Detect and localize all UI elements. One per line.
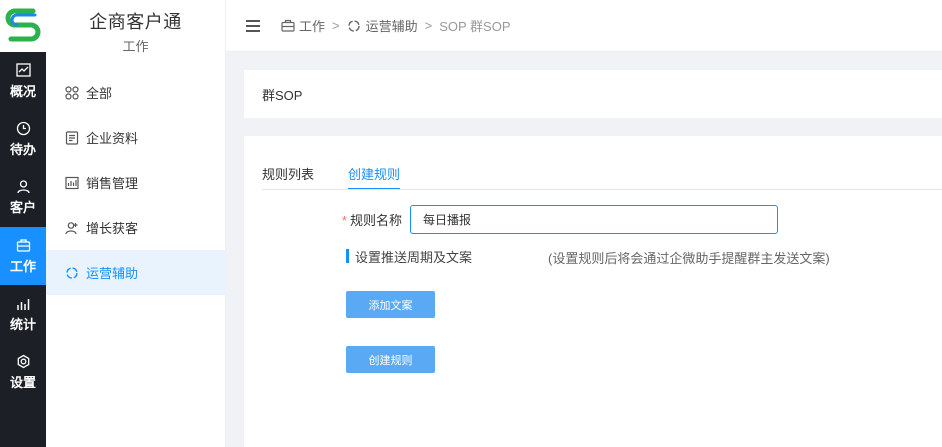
sidebar-item-growth[interactable]: 增长获客 — [46, 205, 226, 250]
brand-title: 企商客户通 — [89, 12, 182, 32]
main-card: 规则列表 创建规则 *规则名称 设置推送周期及文案 (设置规则后将会通过企微助手… — [244, 136, 942, 447]
sidebar-menu: 全部 企业资料 销售管理 增长获客 运营辅助 — [46, 70, 226, 295]
sidebar-item-label: 企业资料 — [86, 131, 139, 146]
rail-item-label: 客户 — [9, 200, 36, 215]
brand: 企商客户通 工作 — [46, 0, 225, 54]
section-hint: (设置规则后将会通过企微助手提醒群主发送文案) — [548, 251, 830, 266]
brand-subtitle: 工作 — [122, 39, 149, 54]
page-title: 群SOP — [262, 87, 303, 103]
breadcrumb-item-work[interactable]: 工作 — [299, 16, 325, 35]
briefcase-icon — [15, 237, 31, 253]
document-icon — [64, 130, 80, 146]
app-logo[interactable] — [0, 0, 46, 52]
rail-item-overview[interactable]: 概况 — [0, 52, 46, 110]
sidebar: 企商客户通 工作 全部 企业资料 销售管理 增长获客 运营辅助 — [46, 0, 226, 447]
rail-item-label: 概况 — [9, 84, 36, 99]
tabs-divider — [262, 189, 942, 190]
breadcrumb-separator: > — [332, 18, 340, 33]
left-rail: 概况 待办 客户 工作 统计 设置 — [0, 0, 46, 447]
section-accent-bar — [346, 249, 349, 263]
rail-item-settings[interactable]: 设置 — [0, 343, 46, 401]
tab-create-rule[interactable]: 创建规则 — [348, 156, 401, 190]
sidebar-item-label: 增长获客 — [86, 221, 139, 236]
create-rule-button[interactable]: 创建规则 — [346, 346, 435, 373]
add-copy-button[interactable]: 添加文案 — [346, 291, 435, 318]
logo-icon — [5, 8, 41, 42]
sidebar-item-label: 销售管理 — [86, 176, 139, 191]
rule-name-row: * 规则名称 — [244, 204, 942, 234]
sidebar-item-sales[interactable]: 销售管理 — [46, 160, 226, 205]
briefcase-icon — [280, 18, 295, 33]
menu-toggle-icon[interactable] — [246, 19, 260, 32]
rail-item-work[interactable]: 工作 — [0, 227, 46, 285]
bar-chart-icon — [15, 295, 31, 311]
chart-board-icon — [64, 175, 80, 191]
rail-item-label: 工作 — [9, 259, 36, 274]
breadcrumb-separator: > — [424, 18, 433, 33]
shield-icon — [347, 18, 362, 33]
top-header: 工作 > 运营辅助 > SOP 群SOP — [226, 0, 942, 52]
rule-name-label: * 规则名称 — [244, 210, 410, 229]
clock-icon — [15, 120, 31, 136]
sidebar-item-label: 全部 — [86, 86, 113, 101]
tabs: 规则列表 创建规则 — [262, 156, 434, 190]
rail-item-label: 待办 — [9, 142, 36, 157]
sidebar-item-operations[interactable]: 运营辅助 — [46, 250, 226, 295]
rail-item-stats[interactable]: 统计 — [0, 285, 46, 343]
rule-name-input[interactable] — [410, 204, 778, 234]
rail-item-label: 统计 — [9, 317, 36, 332]
gear-icon — [15, 353, 31, 369]
user-add-icon — [64, 220, 80, 236]
user-icon — [15, 178, 31, 194]
breadcrumb: 工作 > 运营辅助 > SOP 群SOP — [280, 16, 511, 35]
section-title: 设置推送周期及文案 — [346, 248, 473, 265]
line-chart-icon — [15, 62, 31, 78]
sidebar-item-label: 运营辅助 — [86, 266, 139, 281]
grid-icon — [64, 85, 80, 101]
rule-name-label-text: 规则名称 — [349, 212, 402, 228]
breadcrumb-item-operations[interactable]: 运营辅助 — [366, 16, 418, 35]
section-title-text: 设置推送周期及文案 — [355, 249, 473, 265]
sidebar-item-all[interactable]: 全部 — [46, 70, 226, 115]
sidebar-item-company-info[interactable]: 企业资料 — [46, 115, 226, 160]
required-mark: * — [341, 212, 347, 228]
shield-icon — [64, 265, 80, 281]
rail-item-todo[interactable]: 待办 — [0, 110, 46, 168]
breadcrumb-item-group-sop: SOP 群SOP — [439, 19, 511, 34]
page-title-card: 群SOP — [244, 70, 942, 118]
rail-item-customer[interactable]: 客户 — [0, 168, 46, 226]
rail-item-label: 设置 — [9, 375, 36, 390]
tab-rule-list[interactable]: 规则列表 — [262, 156, 314, 190]
